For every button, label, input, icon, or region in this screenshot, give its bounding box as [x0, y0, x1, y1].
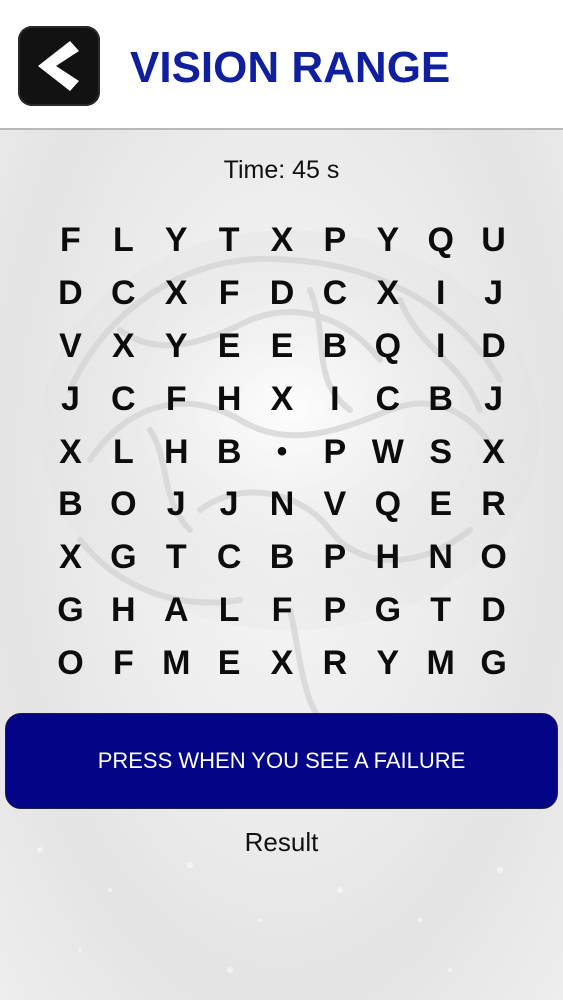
grid-letter: Q: [374, 326, 402, 365]
grid-letter: N: [269, 485, 295, 524]
chevron-left-icon: [38, 41, 79, 91]
grid-letter: F: [60, 220, 81, 259]
grid-letter: D: [481, 591, 506, 630]
grid-letter: W: [371, 432, 404, 471]
report-failure-button[interactable]: PRESS WHEN YOU SEE A FAILURE: [5, 713, 558, 809]
grid-letter: Y: [164, 326, 188, 365]
grid-letter: J: [484, 273, 504, 312]
letter-grid: FLYTXPYQUDCXFDCXIJVXYEEBQIDJCFHXICBJXLHB…: [44, 214, 520, 690]
grid-letter: F: [218, 273, 240, 312]
grid-letter: E: [217, 644, 241, 683]
grid-letter: P: [323, 432, 347, 471]
grid-letter: C: [375, 379, 401, 418]
grid-letter: H: [111, 591, 136, 630]
grid-letter: D: [58, 273, 83, 312]
grid-letter: X: [59, 538, 82, 577]
grid-letter: X: [59, 432, 82, 471]
grid-letter: Q: [374, 485, 402, 524]
grid-letter: H: [216, 379, 242, 418]
result-label: Result: [244, 827, 319, 857]
grid-letter: M: [162, 644, 191, 683]
grid-letter: B: [269, 538, 295, 577]
grid-letter: Y: [376, 220, 400, 259]
report-failure-label: PRESS WHEN YOU SEE A FAILURE: [97, 748, 466, 773]
grid-letter: R: [481, 485, 506, 524]
grid-letter: O: [57, 644, 84, 683]
grid-letter: G: [57, 591, 84, 630]
grid-letter: C: [216, 538, 242, 577]
grid-letter: B: [322, 326, 348, 365]
grid-letter: P: [323, 220, 347, 259]
grid-letter: J: [166, 485, 186, 524]
grid-letter: X: [164, 273, 188, 312]
grid-letter: O: [110, 485, 137, 524]
grid-letter: S: [429, 432, 453, 471]
grid-letter: X: [270, 379, 294, 418]
header-bar: VISION RANGE: [0, 0, 563, 128]
grid-letter: C: [111, 273, 136, 312]
grid-letter: X: [376, 273, 400, 312]
grid-letter: P: [323, 538, 347, 577]
grid-letter: I: [435, 273, 446, 312]
grid-letter: V: [323, 485, 347, 524]
grid-letter: X: [270, 644, 294, 683]
grid-letter: V: [59, 326, 82, 365]
grid-letter: O: [480, 538, 507, 577]
grid-letter: E: [429, 485, 453, 524]
grid-letter: G: [374, 591, 402, 630]
grid-letter: E: [217, 326, 241, 365]
grid-letter: P: [323, 591, 347, 630]
grid-letter: F: [165, 379, 187, 418]
back-button[interactable]: [18, 26, 100, 106]
grid-letter: I: [330, 379, 340, 418]
grid-letter: C: [111, 379, 136, 418]
grid-letter: X: [482, 432, 505, 471]
grid-letter: B: [428, 379, 453, 418]
grid-letter: X: [270, 220, 294, 259]
grid-letter: F: [271, 591, 293, 630]
grid-letter: E: [270, 326, 294, 365]
grid-letter: T: [430, 591, 452, 630]
grid-letter: X: [111, 326, 135, 365]
grid-letter: G: [110, 538, 137, 577]
grid-letter: T: [218, 220, 240, 259]
grid-letter: H: [163, 432, 189, 471]
grid-letter: G: [480, 644, 507, 683]
grid-letter: J: [484, 379, 504, 418]
grid-letter: U: [481, 220, 506, 259]
grid-letter: D: [481, 326, 506, 365]
grid-letter: N: [428, 538, 453, 577]
grid-letter: A: [163, 591, 189, 630]
grid-letter: H: [375, 538, 401, 577]
grid-letter: T: [165, 538, 187, 577]
grid-letter: C: [322, 273, 348, 312]
grid-letter: B: [216, 432, 242, 471]
grid-letter: I: [435, 326, 446, 365]
grid-letter: F: [112, 644, 134, 683]
grid-letter: L: [112, 432, 134, 471]
timer-label: Time: 45 s: [223, 156, 340, 184]
grid-letter: B: [58, 485, 83, 524]
grid-letter: Q: [427, 220, 454, 259]
grid-center-dot: •: [276, 435, 288, 468]
grid-letter: Y: [376, 644, 400, 683]
page-title: VISION RANGE: [130, 43, 451, 92]
grid-letter: M: [426, 644, 455, 683]
grid-letter: L: [218, 591, 240, 630]
grid-letter: L: [112, 220, 134, 259]
grid-letter: J: [60, 379, 80, 418]
grid-letter: R: [322, 644, 348, 683]
grid-letter: J: [219, 485, 239, 524]
grid-letter: Y: [164, 220, 188, 259]
grid-letter: D: [269, 273, 295, 312]
